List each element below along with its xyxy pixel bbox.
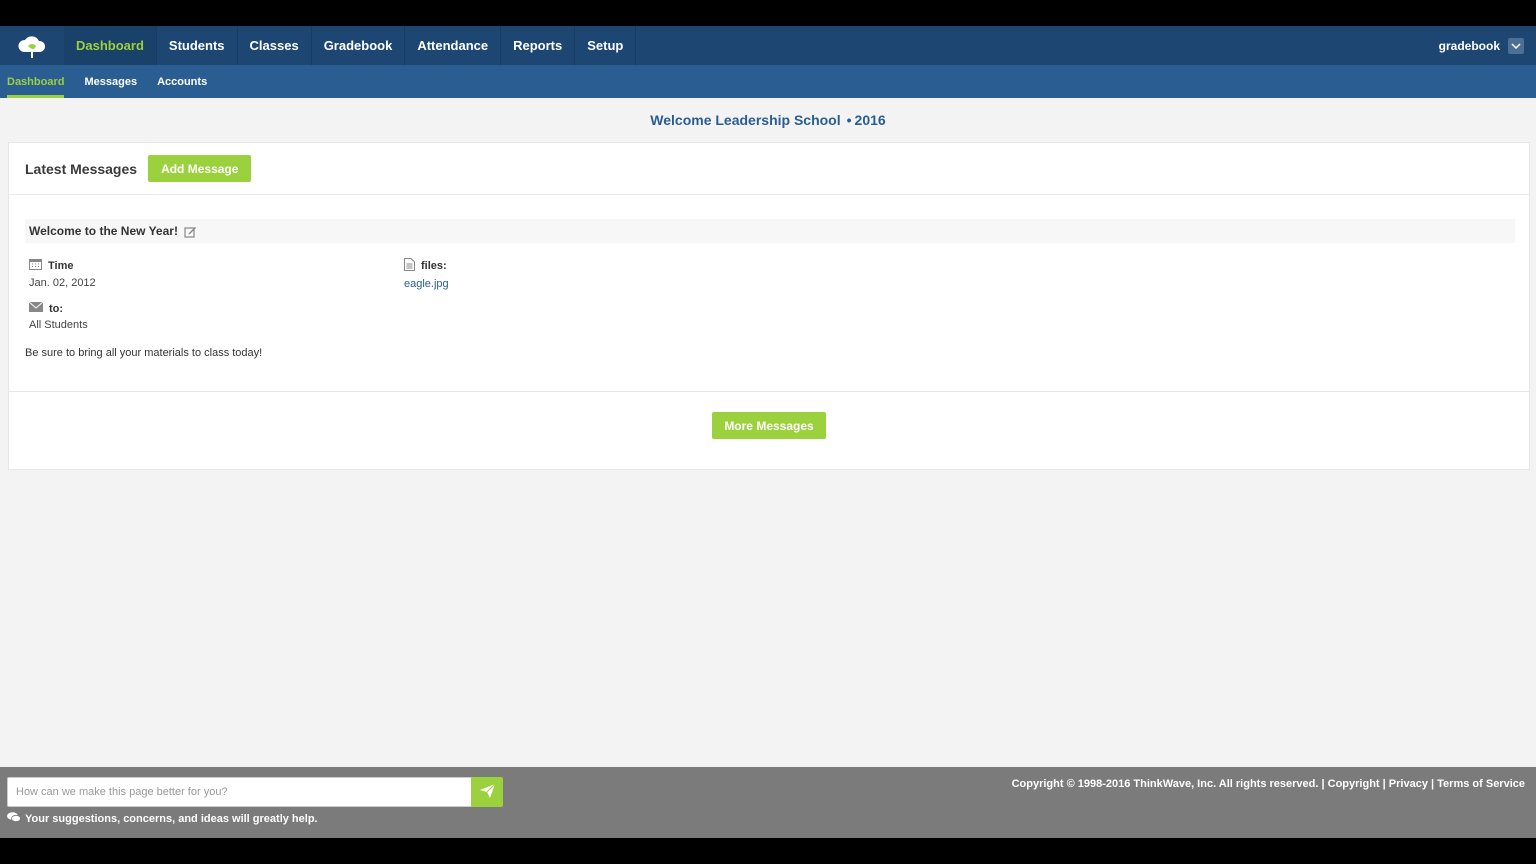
divider: [9, 391, 1529, 392]
message-files-field: files: eagle.jpg: [404, 258, 449, 290]
welcome-banner: Welcome Leadership School • 2016: [0, 98, 1536, 142]
message-body: Be sure to bring all your materials to c…: [25, 347, 263, 359]
file-link[interactable]: eagle.jpg: [404, 278, 449, 290]
nav-classes[interactable]: Classes: [238, 26, 312, 65]
nav-setup[interactable]: Setup: [575, 26, 637, 65]
nav-students[interactable]: Students: [157, 26, 238, 65]
welcome-year: 2016: [854, 112, 886, 128]
feedback-input[interactable]: [7, 777, 479, 807]
user-menu[interactable]: gradebook: [1439, 26, 1536, 65]
feedback-note: Your suggestions, concerns, and ideas wi…: [7, 812, 318, 826]
message-title: Welcome to the New Year!: [29, 224, 178, 238]
envelope-icon: [28, 301, 44, 315]
chat-icon: [7, 812, 21, 826]
chevron-down-icon[interactable]: [1508, 37, 1524, 54]
separator: |: [1321, 778, 1325, 790]
sub-nav: Dashboard Messages Accounts: [0, 65, 1536, 98]
to-label: to:: [49, 302, 64, 315]
more-messages-button[interactable]: More Messages: [712, 412, 826, 439]
footer: Your suggestions, concerns, and ideas wi…: [0, 767, 1536, 838]
top-nav: Dashboard Students Classes Gradebook Att…: [0, 26, 1536, 65]
nav-gradebook[interactable]: Gradebook: [312, 26, 406, 65]
terms-of-service-link[interactable]: Terms of Service: [1437, 778, 1525, 790]
files-label: files:: [421, 260, 447, 272]
app-window: Dashboard Students Classes Gradebook Att…: [0, 26, 1536, 838]
separator: |: [1382, 778, 1386, 790]
subnav-messages[interactable]: Messages: [84, 65, 137, 98]
nav-attendance[interactable]: Attendance: [405, 26, 502, 65]
panel-title: Latest Messages: [25, 160, 138, 177]
cloud-logo-icon[interactable]: [0, 26, 64, 65]
edit-icon[interactable]: [184, 225, 197, 238]
subnav-dashboard[interactable]: Dashboard: [7, 65, 65, 98]
panel-header: Latest Messages Add Message: [9, 143, 1529, 195]
time-label: Time: [48, 259, 74, 272]
user-name[interactable]: gradebook: [1439, 39, 1500, 53]
latest-messages-panel: Latest Messages Add Message Welcome to t…: [8, 142, 1530, 470]
feedback-note-text: Your suggestions, concerns, and ideas wi…: [25, 813, 318, 825]
nav-dashboard[interactable]: Dashboard: [64, 26, 157, 65]
send-button[interactable]: [471, 777, 503, 807]
calendar-icon: [29, 258, 42, 273]
message-to-field: to: All Students: [28, 301, 88, 331]
welcome-bullet: •: [846, 112, 852, 128]
message-title-bar: Welcome to the New Year!: [25, 219, 1515, 243]
send-icon: [479, 783, 495, 801]
copyright-link[interactable]: Copyright: [1328, 778, 1380, 790]
copyright-text: Copyright © 1998-2016 ThinkWave, Inc. Al…: [1011, 778, 1319, 790]
separator: |: [1431, 778, 1435, 790]
copyright: Copyright © 1998-2016 ThinkWave, Inc. Al…: [1012, 778, 1525, 790]
time-value: Jan. 02, 2012: [29, 277, 96, 289]
message-time-field: Time Jan. 02, 2012: [29, 258, 96, 289]
privacy-link[interactable]: Privacy: [1389, 778, 1428, 790]
file-icon: [404, 258, 415, 274]
add-message-button[interactable]: Add Message: [148, 155, 252, 182]
subnav-accounts[interactable]: Accounts: [157, 65, 207, 98]
nav-reports[interactable]: Reports: [501, 26, 576, 65]
to-value: All Students: [29, 319, 88, 331]
welcome-text: Welcome Leadership School: [650, 112, 841, 128]
